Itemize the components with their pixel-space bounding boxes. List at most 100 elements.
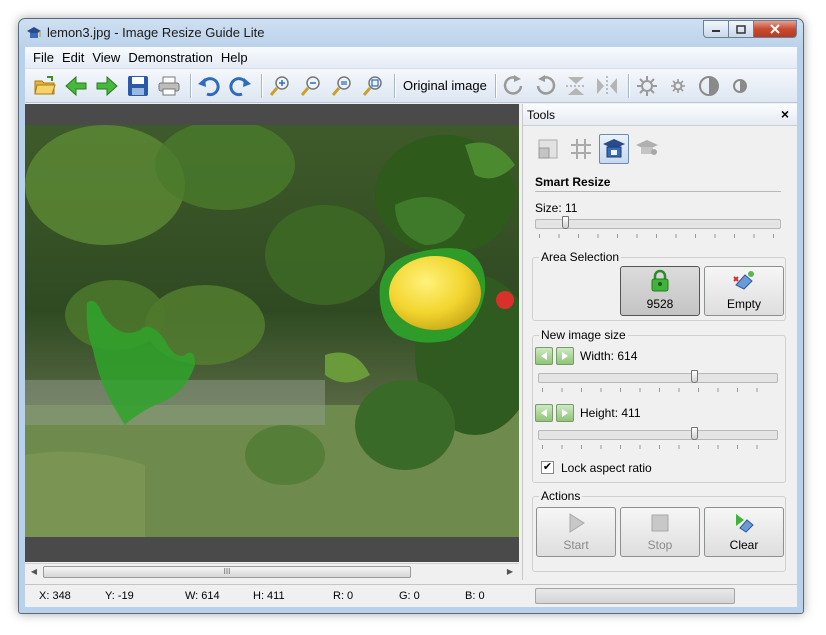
menu-demonstration[interactable]: Demonstration: [128, 50, 213, 65]
back-button[interactable]: [62, 72, 90, 100]
brightness-up-button[interactable]: [633, 72, 661, 100]
section-divider: [535, 191, 781, 192]
redo-icon: [229, 76, 251, 96]
status-bar: X: 348 Y: -19 W: 614 H: 411 R: 0 G: 0 B:…: [25, 584, 797, 607]
menu-file[interactable]: File: [33, 50, 54, 65]
height-label: Height: 411: [580, 406, 641, 420]
slider-track: [538, 430, 778, 440]
contrast-up-icon: [698, 75, 719, 96]
toolbar-separator: [261, 73, 262, 98]
new-image-size-group: New image size Width: 614 Height: 411 ✔ …: [532, 328, 786, 483]
clear-label: Clear: [729, 538, 759, 552]
original-image-button[interactable]: Original image: [399, 78, 491, 93]
arrow-right-icon: [562, 352, 568, 360]
slider-thumb[interactable]: [691, 370, 698, 383]
app-window: lemon3.jpg - Image Resize Guide Lite Fil…: [18, 18, 804, 614]
maximize-icon: [736, 24, 746, 34]
menu-edit[interactable]: Edit: [62, 50, 84, 65]
crop-grid-icon: [571, 139, 591, 159]
toolbar-separator: [627, 73, 629, 98]
rotate-right-button[interactable]: [500, 72, 528, 100]
status-blue: B: 0: [465, 590, 485, 602]
lemon-photo[interactable]: [25, 125, 519, 537]
width-increase-button[interactable]: [556, 347, 574, 365]
scroll-right-icon[interactable]: ▶: [503, 566, 517, 578]
tab-smart-resize[interactable]: [599, 134, 629, 164]
undo-icon: [198, 76, 220, 96]
contrast-up-button[interactable]: [695, 72, 723, 100]
size-slider[interactable]: [535, 215, 781, 238]
tools-title: Tools: [527, 108, 556, 122]
width-decrease-button[interactable]: [535, 347, 553, 365]
zoom-out-icon: [300, 75, 320, 96]
stop-button[interactable]: Stop: [620, 507, 700, 557]
height-slider[interactable]: [538, 426, 778, 449]
zoom-actual-button[interactable]: [359, 72, 387, 100]
slider-track: [538, 373, 778, 383]
tool-tabs: [533, 134, 665, 164]
save-button[interactable]: [124, 72, 152, 100]
forward-arrow-icon: [96, 75, 118, 96]
horizontal-scrollbar[interactable]: ◀ III ▶: [25, 563, 519, 580]
status-width: W: 614: [185, 590, 220, 602]
lock-selection-button[interactable]: 9528: [620, 266, 700, 316]
flip-horizontal-button[interactable]: [593, 72, 621, 100]
clear-button[interactable]: Clear: [704, 507, 784, 557]
flip-vertical-button[interactable]: [562, 72, 590, 100]
tools-panel: Tools × Smart Resize Size: 11 Area Selec…: [522, 104, 797, 580]
empty-selection-button[interactable]: Empty: [704, 266, 784, 316]
graduation-cap-icon: [27, 27, 41, 38]
actions-group: Actions Start Stop Clear: [532, 489, 786, 572]
close-icon: [770, 24, 780, 34]
status-y: Y: -19: [105, 590, 134, 602]
toolbar-separator: [190, 73, 191, 98]
slider-thumb[interactable]: [691, 427, 698, 440]
tab-resize[interactable]: [533, 134, 563, 164]
undo-button[interactable]: [195, 72, 223, 100]
scroll-left-icon[interactable]: ◀: [27, 566, 41, 578]
tools-header: Tools ×: [523, 104, 797, 126]
redo-button[interactable]: [226, 72, 254, 100]
window-title: lemon3.jpg - Image Resize Guide Lite: [47, 25, 265, 40]
minimize-button[interactable]: [703, 20, 729, 38]
toolbar-separator: [494, 73, 496, 98]
smart-resize-icon: [603, 139, 625, 158]
menu-help[interactable]: Help: [221, 50, 248, 65]
rotate-left-button[interactable]: [531, 72, 559, 100]
rotate-left-icon: [536, 74, 556, 95]
menu-view[interactable]: View: [92, 50, 120, 65]
print-button[interactable]: [155, 72, 183, 100]
image-canvas[interactable]: [25, 104, 519, 562]
menu-bar: File Edit View Demonstration Help: [25, 47, 797, 69]
lock-count: 9528: [646, 297, 674, 311]
zoom-in-button[interactable]: [266, 72, 294, 100]
size-label: Size: 11: [535, 201, 578, 215]
slider-ticks: [539, 234, 777, 238]
resize-icon: [538, 139, 558, 159]
title-bar[interactable]: lemon3.jpg - Image Resize Guide Lite: [19, 19, 803, 47]
width-slider[interactable]: [538, 369, 778, 392]
scroll-thumb[interactable]: III: [43, 566, 411, 578]
forward-button[interactable]: [93, 72, 121, 100]
open-button[interactable]: [31, 72, 59, 100]
arrow-right-icon: [562, 409, 568, 417]
zoom-out-button[interactable]: [297, 72, 325, 100]
zoom-actual-icon: [362, 75, 382, 96]
area-selection-title: Area Selection: [539, 250, 622, 264]
empty-label: Empty: [726, 297, 761, 311]
maximize-button[interactable]: [729, 20, 754, 38]
zoom-fit-button[interactable]: [328, 72, 356, 100]
tools-close-button[interactable]: ×: [781, 106, 789, 122]
lock-aspect-checkbox[interactable]: ✔: [541, 461, 554, 474]
tab-crop[interactable]: [566, 134, 596, 164]
start-button[interactable]: Start: [536, 507, 616, 557]
close-button[interactable]: [754, 20, 797, 38]
contrast-down-button[interactable]: [726, 72, 754, 100]
slider-thumb[interactable]: [562, 216, 569, 229]
tab-demo[interactable]: [632, 134, 662, 164]
height-decrease-button[interactable]: [535, 404, 553, 422]
save-icon: [128, 75, 148, 96]
brightness-down-icon: [670, 78, 685, 93]
brightness-down-button[interactable]: [664, 72, 692, 100]
height-increase-button[interactable]: [556, 404, 574, 422]
